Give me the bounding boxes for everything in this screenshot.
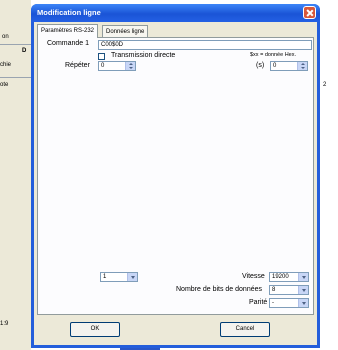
background-divider: [0, 77, 31, 78]
ok-button[interactable]: OK: [70, 322, 120, 337]
hex-note: $xx = donnée Hex.: [250, 52, 297, 58]
seconds-spinner[interactable]: 0: [270, 61, 308, 71]
background-text: D: [22, 48, 27, 54]
tab-donnees-ligne[interactable]: Données ligne: [102, 25, 149, 37]
vitesse-value: 19200: [272, 274, 289, 280]
commande-input[interactable]: C00$0D: [98, 40, 312, 50]
transmission-checkbox[interactable]: [98, 53, 105, 60]
port-select[interactable]: 1: [100, 272, 138, 282]
bits-value: 8: [272, 287, 276, 293]
background-text: on: [2, 34, 9, 40]
background-text: ote: [0, 82, 9, 88]
bits-select[interactable]: 8: [269, 285, 309, 295]
commande-label: Commande 1: [47, 40, 90, 47]
parite-value: -: [272, 300, 274, 306]
parite-label: Parité: [249, 299, 268, 306]
spinner-arrows-icon[interactable]: [297, 62, 307, 70]
chevron-down-icon[interactable]: [127, 273, 137, 281]
spinner-arrows-icon[interactable]: [125, 62, 135, 70]
chevron-down-icon[interactable]: [298, 286, 308, 294]
title-bar[interactable]: Modification ligne: [31, 4, 320, 22]
bits-label: Nombre de bits de données: [176, 286, 262, 293]
parite-select[interactable]: -: [269, 298, 309, 308]
seconds-value: 0: [273, 63, 277, 69]
dialog-client: Paramètres RS-232 Données ligne Commande…: [34, 22, 317, 345]
repeter-spinner[interactable]: 0: [98, 61, 136, 71]
background-text: 1:9: [0, 321, 9, 327]
chevron-down-icon[interactable]: [298, 299, 308, 307]
dialog-title: Modification ligne: [37, 8, 101, 17]
background-text: 2: [323, 82, 327, 88]
chevron-down-icon[interactable]: [298, 273, 308, 281]
background-app: on D chie ote 1:9: [0, 0, 31, 350]
background-divider: [0, 44, 31, 45]
repeter-value: 0: [101, 63, 105, 69]
modification-dialog: Modification ligne Paramètres RS-232 Don…: [31, 4, 320, 348]
tab-panel: Commande 1 C00$0D Transmission directe $…: [37, 37, 314, 315]
seconds-label: (s): [256, 62, 265, 69]
transmission-label: Transmission directe: [111, 52, 176, 59]
background-text: chie: [0, 62, 12, 68]
vitesse-select[interactable]: 19200: [269, 272, 309, 282]
cancel-button[interactable]: Cancel: [220, 322, 270, 337]
repeter-label: Répéter: [65, 62, 90, 69]
background-app-right: 2: [320, 0, 338, 350]
port-value: 1: [103, 274, 107, 280]
close-button[interactable]: [303, 6, 316, 19]
vitesse-label: Vitesse: [242, 273, 265, 280]
tab-parametres-rs232[interactable]: Paramètres RS-232: [37, 24, 99, 38]
